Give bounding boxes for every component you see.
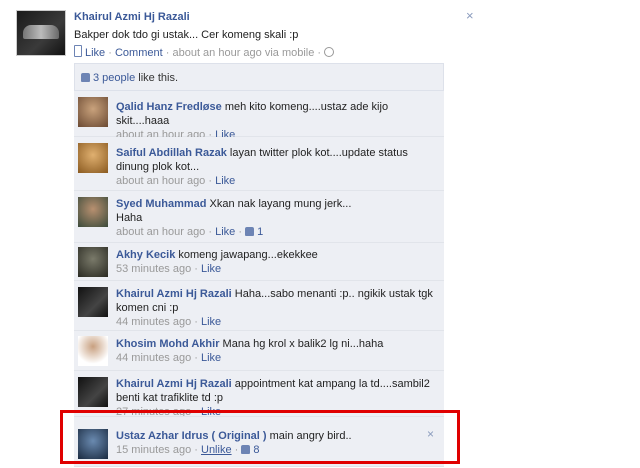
commenter-name[interactable]: Khairul Azmi Hj Razali [116,378,232,390]
comment-item: Khosim Mohd Akhir Mana hg krol x balik2 … [74,331,444,371]
separator: · [108,47,112,59]
comment-text: Mana hg krol x balik2 lg ni...haha [222,338,384,350]
likers-link[interactable]: 3 people [93,72,135,84]
commenter-name[interactable]: Syed Muhammad [116,198,206,210]
comment-text: komeng jawapang...ekekkee [178,249,318,261]
post-meta: Like · Comment · about an hour ago via m… [74,45,335,59]
mobile-icon [74,45,82,57]
comment-time: 44 minutes ago [116,316,192,328]
commenter-avatar[interactable] [78,97,108,127]
comment-time: 44 minutes ago [116,352,192,364]
close-icon[interactable]: × [466,8,474,23]
comment-like-link[interactable]: Like [201,316,221,328]
commenter-avatar[interactable] [78,377,108,407]
comment-like-link[interactable]: Like [201,263,221,275]
commenter-name[interactable]: Saiful Abdillah Razak [116,147,227,159]
comment-text: Xkan nak layang mung jerk... [209,198,352,210]
post-author-avatar[interactable] [16,10,66,56]
comment-item: Akhy Kecik komeng jawapang...ekekkee 53 … [74,243,444,281]
like-link[interactable]: Like [85,47,105,59]
commenter-name[interactable]: Khosim Mohd Akhir [116,338,219,350]
commenter-avatar[interactable] [78,197,108,227]
thumbs-up-icon [245,227,255,236]
comment-like-link[interactable]: Like [201,352,221,364]
thumbs-up-icon [81,73,90,82]
commenter-avatar[interactable] [78,143,108,173]
comment-like-link[interactable]: Like [215,175,235,187]
comment-item: Khairul Azmi Hj Razali Haha...sabo menan… [74,281,444,331]
likes-suffix: like this. [135,72,179,84]
commenter-name[interactable]: Akhy Kecik [116,249,175,261]
comment-item: Saiful Abdillah Razak layan twitter plok… [74,137,444,191]
comments-section: 3 people like this. Qalid Hanz Fredløse … [74,59,444,467]
post-author-name[interactable]: Khairul Azmi Hj Razali [74,11,190,23]
comment-like-count[interactable]: 1 [257,226,263,238]
post-time: about an hour ago via mobile [172,47,315,59]
separator: · [165,47,170,59]
comment-time: about an hour ago [116,226,206,238]
comment-item: Syed Muhammad Xkan nak layang mung jerk.… [74,191,444,243]
likes-summary: 3 people like this. [74,63,444,91]
comment-time: 53 minutes ago [116,263,192,275]
highlight-box [60,410,460,464]
separator: · [317,47,322,59]
comment-link[interactable]: Comment [115,47,163,59]
comment-text-line2: Haha [116,212,143,224]
globe-icon [324,47,335,57]
comment-item: Qalid Hanz Fredløse meh kito komeng....u… [74,91,444,141]
commenter-name[interactable]: Khairul Azmi Hj Razali [116,288,232,300]
commenter-name[interactable]: Qalid Hanz Fredløse [116,101,222,113]
commenter-avatar[interactable] [78,336,108,366]
post-text: Bakper dok tdo gi ustak... Cer komeng sk… [74,29,299,41]
commenter-avatar[interactable] [78,287,108,317]
comment-like-link[interactable]: Like [215,226,235,238]
commenter-avatar[interactable] [78,247,108,277]
comment-time: about an hour ago [116,175,206,187]
